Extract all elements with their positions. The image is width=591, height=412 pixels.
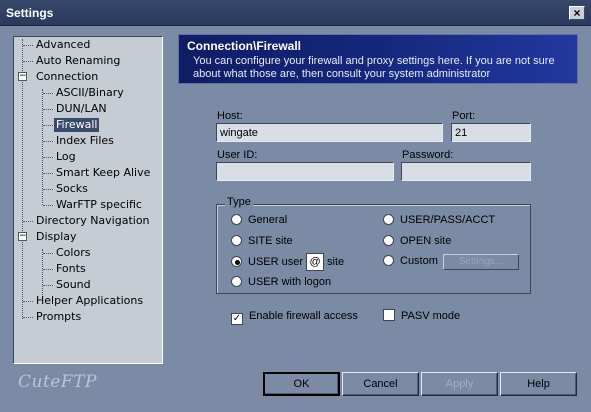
tree-item-helper-applications[interactable]: Helper Applications [36,294,143,308]
password-label: Password: [402,149,454,161]
userid-input[interactable] [216,162,394,181]
tree-item-smart-keep-alive[interactable]: Smart Keep Alive [56,166,150,180]
tree-item-display[interactable]: Display [36,230,77,244]
pasv-mode-label: PASV mode [401,310,461,322]
tree-connector [43,125,53,126]
radio-user-pass-acct[interactable]: USER/PASS/ACCT [383,212,495,228]
radio-indicator[interactable] [231,256,242,267]
radio-user-pass-acct-label: USER/PASS/ACCT [400,214,496,226]
title-bar: Settings × [0,0,591,26]
tree-connector [23,45,33,46]
radio-custom[interactable]: Custom [383,253,438,269]
checkbox-indicator[interactable] [383,309,395,321]
tree-connector [23,61,33,62]
host-input[interactable] [216,123,443,142]
radio-user-site-label: site [327,256,345,268]
enable-firewall-label: Enable firewall access [249,310,358,322]
tree-item-advanced[interactable]: Advanced [36,38,90,52]
tree-item-sound[interactable]: Sound [56,278,91,292]
section-header: Connection\Firewall You can configure yo… [178,34,578,84]
radio-indicator[interactable] [231,214,242,225]
radio-user-with-logon[interactable]: USER with logon [231,274,331,290]
radio-user-with-logon-label: USER with logon [248,276,332,288]
settings-dialog: Advanced Auto Renaming − Connection ASCI… [0,26,591,412]
tree-connector [43,109,53,110]
apply-button[interactable]: Apply [421,372,498,396]
tree-connector [43,93,53,94]
tree-item-warftp-specific[interactable]: WarFTP specific [56,198,142,212]
tree-connector [43,189,53,190]
radio-open-site[interactable]: OPEN site [383,233,451,249]
type-group-legend: Type [225,196,253,208]
enable-firewall-checkbox[interactable]: ✓ Enable firewall access [231,308,358,325]
ok-button[interactable]: OK [263,372,340,396]
tree-connector [22,39,23,319]
section-title: Connection\Firewall [187,39,302,53]
tree-item-index-files[interactable]: Index Files [56,134,114,148]
radio-indicator[interactable] [383,214,394,225]
close-button[interactable]: × [569,6,585,20]
tree-item-connection[interactable]: Connection [36,70,98,84]
radio-site-site[interactable]: SITE site [231,233,293,249]
radio-indicator[interactable] [231,276,242,287]
tree-item-directory-navigation[interactable]: Directory Navigation [36,214,150,228]
tree-item-ascii-binary[interactable]: ASCII/Binary [56,86,124,100]
tree-connector [42,89,43,205]
radio-general[interactable]: General [231,212,287,228]
cancel-button[interactable]: Cancel [342,372,419,396]
tree-item-dun-lan[interactable]: DUN/LAN [56,102,107,116]
custom-settings-button[interactable]: Settings... [443,254,519,270]
section-description: You can configure your firewall and prox… [193,55,555,80]
tree-connector [43,141,53,142]
radio-user-user-site[interactable]: USER user @ site [231,252,344,272]
tree-connector [43,173,53,174]
tree-connector [43,253,53,254]
radio-indicator[interactable] [231,235,242,246]
radio-general-label: General [248,214,288,226]
tree-connector [23,317,33,318]
port-label: Port: [452,110,476,122]
tree-connector [43,157,53,158]
tree-connector [43,269,53,270]
tree-item-log[interactable]: Log [56,150,76,164]
tree-connector [23,221,33,222]
port-input[interactable] [451,123,531,142]
radio-user-user-label: USER user [248,256,304,268]
tree-connector [43,285,53,286]
tree-connector [23,301,33,302]
radio-indicator[interactable] [383,235,394,246]
collapse-icon[interactable]: − [18,232,27,241]
tree-item-colors[interactable]: Colors [56,246,90,260]
settings-tree: Advanced Auto Renaming − Connection ASCI… [13,36,163,364]
pasv-mode-checkbox[interactable]: PASV mode [383,308,460,324]
tree-item-fonts[interactable]: Fonts [56,262,86,276]
window-title: Settings [6,6,54,20]
radio-open-site-label: OPEN site [400,235,452,247]
host-label: Host: [217,110,243,122]
close-icon: × [573,6,581,20]
radio-site-site-label: SITE site [248,235,293,247]
tree-item-firewall[interactable]: Firewall [54,118,100,132]
checkmark-icon[interactable]: ✓ [231,313,243,325]
tree-item-socks[interactable]: Socks [56,182,88,196]
tree-item-prompts[interactable]: Prompts [36,310,81,324]
tree-connector [43,205,53,206]
cuteftp-logo: CuteFTP [18,372,97,392]
radio-custom-label: Custom [400,255,438,267]
help-button[interactable]: Help [500,372,577,396]
at-separator-field[interactable]: @ [306,253,325,272]
password-input[interactable] [401,162,531,181]
tree-item-auto-renaming[interactable]: Auto Renaming [36,54,120,68]
radio-indicator[interactable] [383,255,394,266]
collapse-icon[interactable]: − [18,72,27,81]
userid-label: User ID: [217,149,258,161]
